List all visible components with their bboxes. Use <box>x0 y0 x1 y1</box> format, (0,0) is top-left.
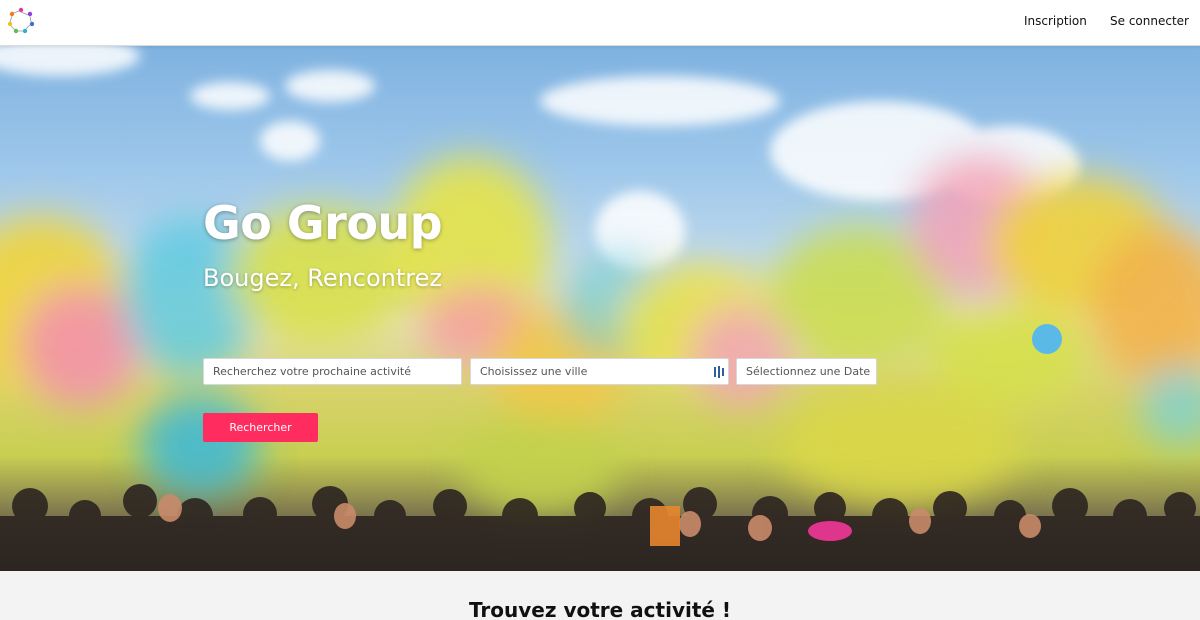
search-button[interactable]: Rechercher <box>203 413 318 442</box>
login-link[interactable]: Se connecter <box>1110 14 1189 28</box>
city-select-input[interactable]: Choisissez une ville <box>470 358 729 385</box>
date-picker-input[interactable]: Sélectionnez une Date <box>736 358 877 385</box>
hero-subtitle: Bougez, Rencontrez <box>203 264 442 292</box>
hero-background-image <box>0 46 1200 571</box>
logo-icon[interactable] <box>6 6 36 34</box>
signup-link[interactable]: Inscription <box>1024 14 1087 28</box>
city-input-placeholder: Choisissez une ville <box>480 365 588 378</box>
hero-banner: Go Group Bougez, Rencontrez Recherchez v… <box>0 46 1200 571</box>
hero-title: Go Group <box>203 196 443 250</box>
top-navbar: Inscription Se connecter <box>0 0 1200 46</box>
map-icon[interactable] <box>714 366 724 378</box>
section-title: Trouvez votre activité ! <box>468 598 732 620</box>
activity-search-input[interactable]: Recherchez votre prochaine activité <box>203 358 462 385</box>
